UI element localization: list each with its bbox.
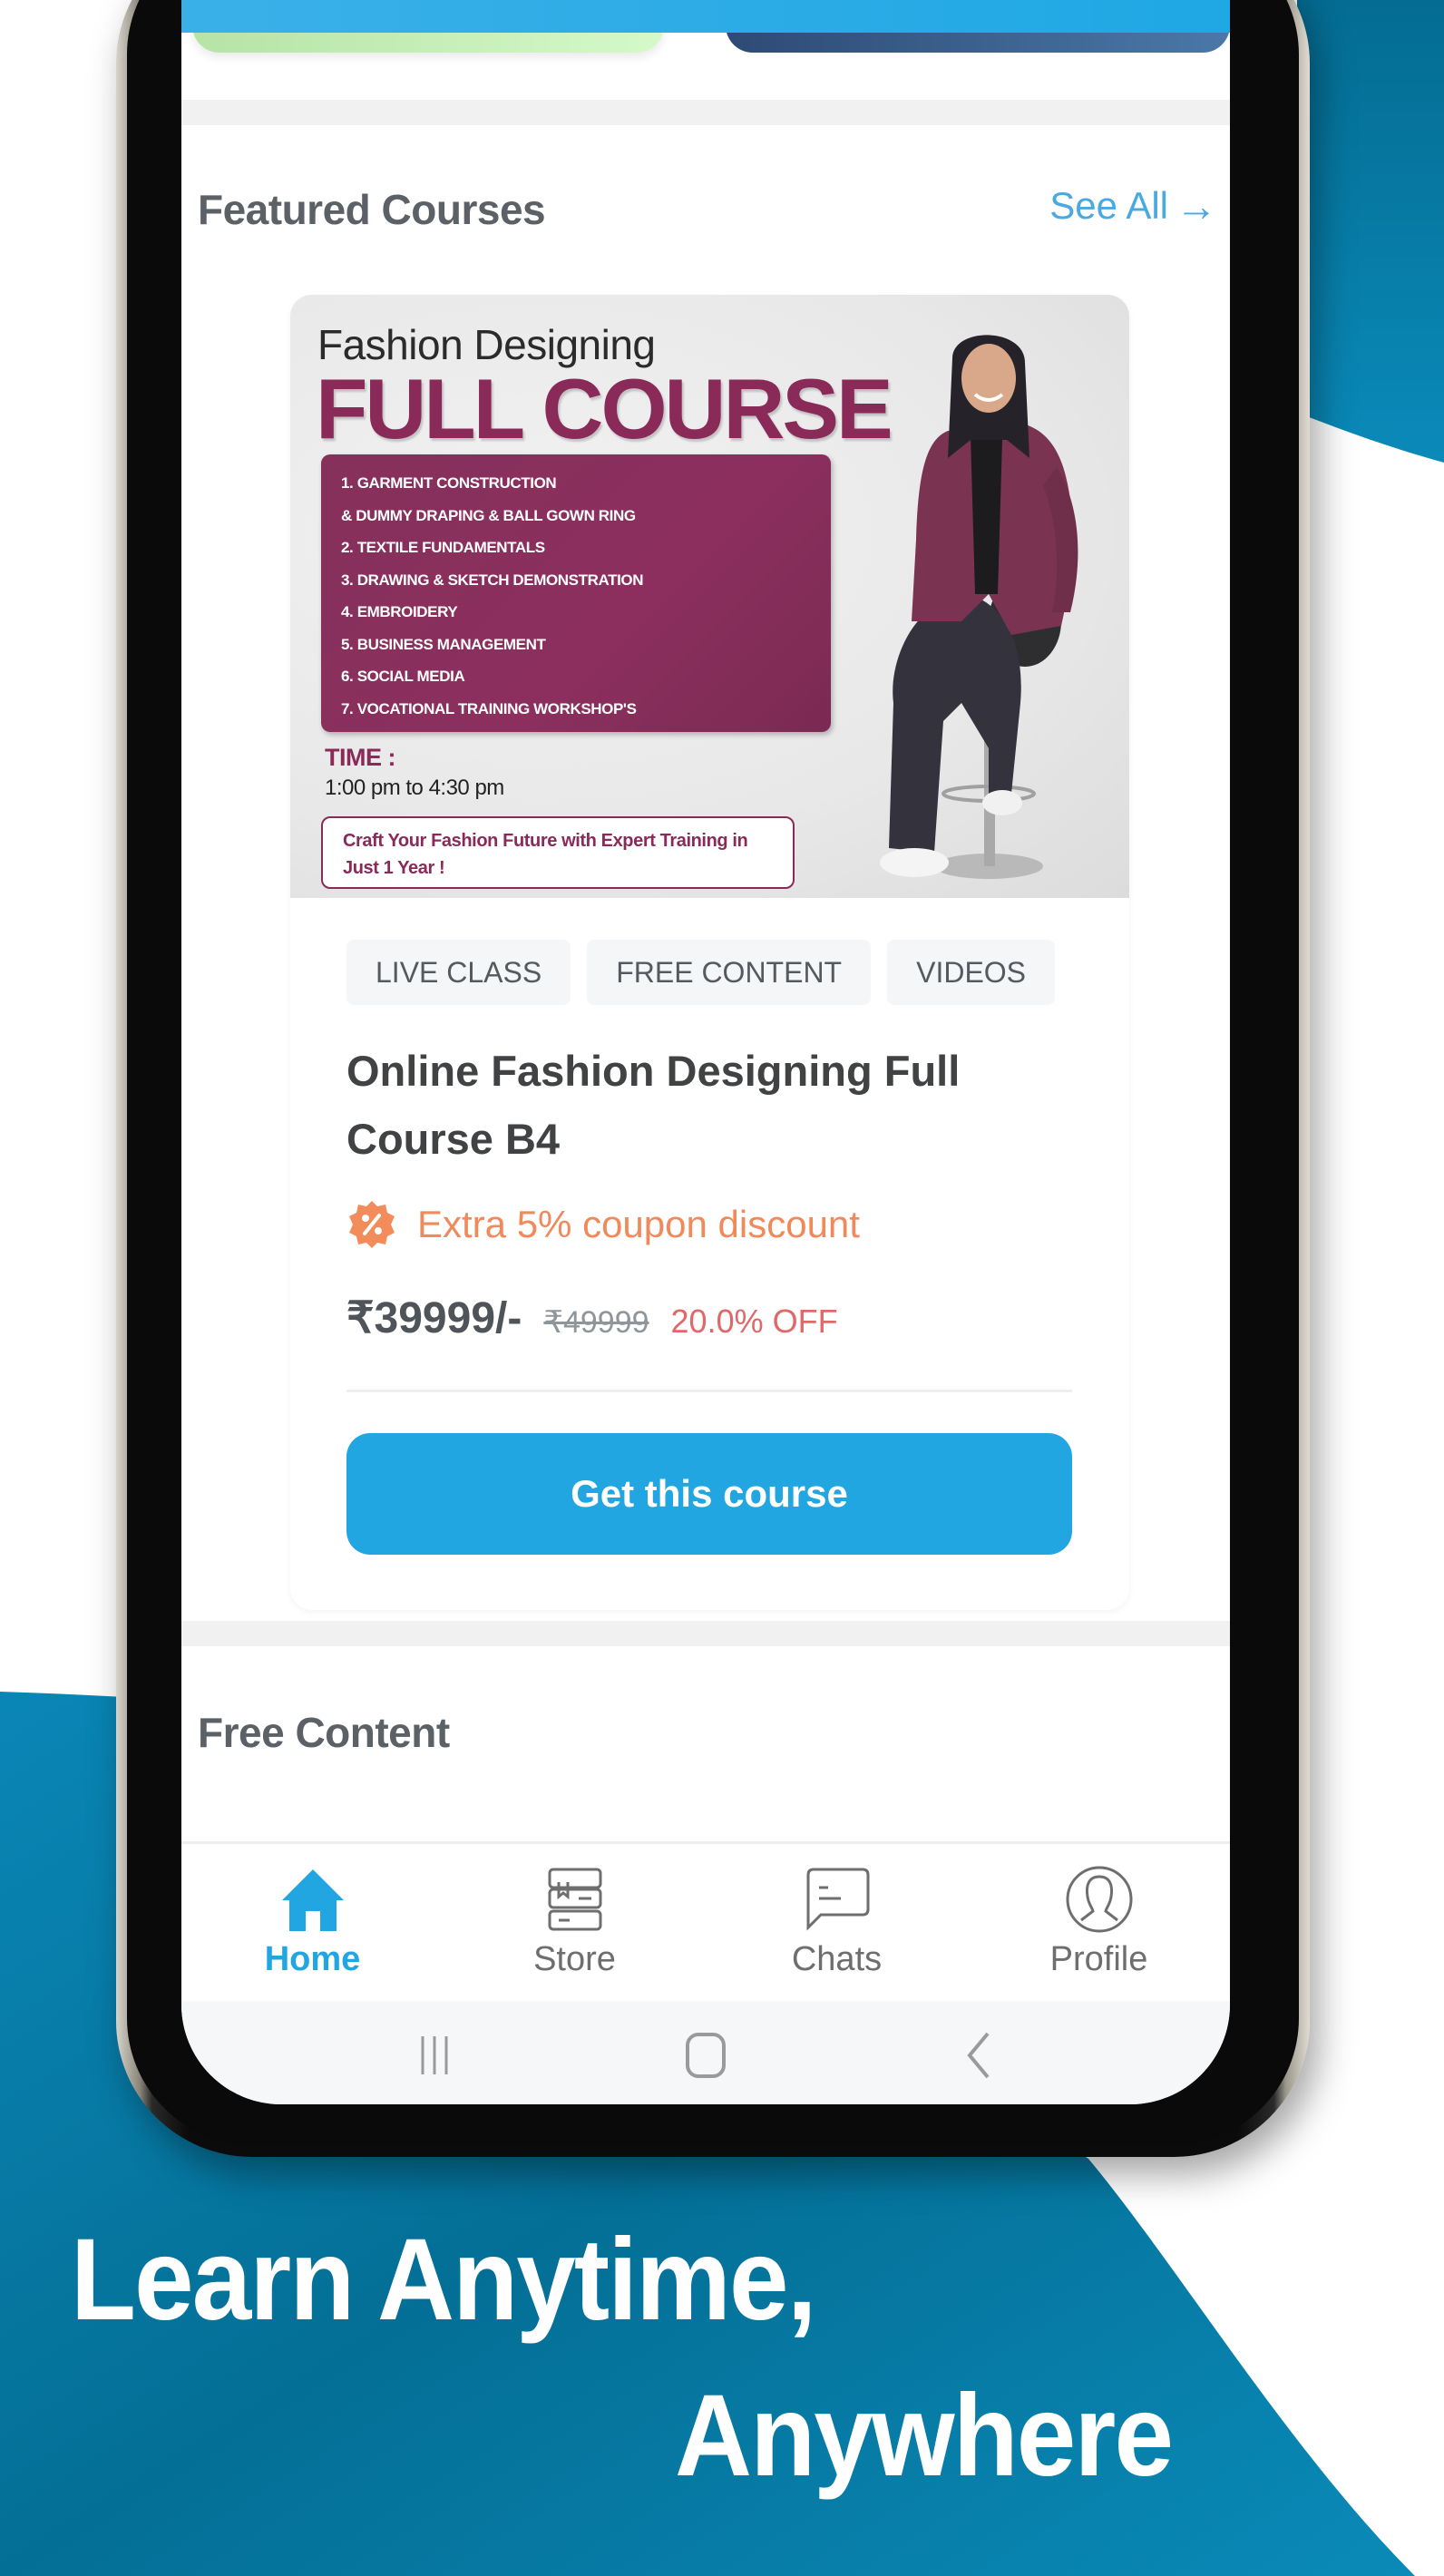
module-item: 3. DRAWING & SKETCH DEMONSTRATION: [341, 571, 644, 589]
time-value: 1:00 pm to 4:30 pm: [325, 776, 504, 800]
thumbnail-tagline: Craft Your Fashion Future with Expert Tr…: [321, 816, 795, 889]
system-home-button[interactable]: [665, 2028, 746, 2083]
nav-label: Home: [264, 1940, 361, 1978]
see-all-link[interactable]: See All →: [1049, 181, 1217, 230]
module-item: & DUMMY DRAPING & BALL GOWN RING: [341, 506, 636, 524]
promo-headline-line2: Anywhere: [675, 2371, 1174, 2501]
face: [961, 344, 1016, 413]
top-right-teal-shape: [1297, 0, 1444, 463]
coupon-text: Extra 5% coupon discount: [417, 1203, 860, 1245]
section-separator: [181, 1621, 1230, 1646]
free-content-title: Free Content: [198, 1709, 450, 1756]
tag-live-class: LIVE CLASS: [346, 940, 571, 1005]
nav-item-home[interactable]: Home: [181, 1844, 444, 2001]
module-item: 5. BUSINESS MANAGEMENT: [341, 635, 546, 653]
recents-button[interactable]: [394, 2028, 475, 2083]
thumbnail-headline: FULL COURSE: [316, 361, 893, 456]
back-button[interactable]: [936, 2028, 1018, 2083]
instructor-photo: [880, 335, 1078, 879]
section-separator: [181, 100, 1230, 125]
nav-label: Chats: [791, 1940, 883, 1978]
course-thumbnail[interactable]: Fashion Designing FULL COURSE 1. GARMENT…: [290, 295, 1129, 898]
books-icon: [548, 1868, 601, 1931]
home-icon: [281, 1869, 344, 1931]
shoe: [880, 848, 949, 877]
nav-item-profile[interactable]: Profile: [968, 1844, 1230, 2001]
module-item: 7. VOCATIONAL TRAINING WORKSHOP'S: [341, 699, 637, 717]
shoe: [982, 790, 1022, 815]
course-title[interactable]: Online Fashion Designing Full Course B4: [346, 1037, 1090, 1173]
recents-icon: [421, 2036, 448, 2074]
get-course-button[interactable]: Get this course: [346, 1433, 1072, 1555]
promo-headline-line1: Learn Anytime,: [71, 2215, 816, 2345]
nav-label: Store: [533, 1940, 616, 1978]
user-profile-icon: [1066, 1866, 1132, 1933]
nav-label: Profile: [1049, 1940, 1148, 1978]
price-row: ₹39999/- ₹49999 20.0% OFF: [346, 1293, 838, 1343]
divider: [346, 1390, 1072, 1392]
back-icon: [967, 2032, 990, 2079]
module-item: 6. SOCIAL MEDIA: [341, 668, 465, 685]
bottom-navigation: Home Store Chats Profile: [181, 1841, 1230, 2001]
module-list: 1. GARMENT CONSTRUCTION & DUMMY DRAPING …: [321, 454, 831, 732]
time-label: TIME :: [325, 744, 396, 771]
course-tags: LIVE CLASS FREE CONTENT VIDEOS: [346, 940, 1056, 1005]
tag-videos: VIDEOS: [887, 940, 1056, 1005]
system-navigation-bar: [181, 2001, 1230, 2104]
chat-bubble-icon: [806, 1868, 869, 1931]
top: [971, 431, 1002, 594]
price-current: ₹39999/-: [346, 1294, 522, 1342]
coupon-offer: Extra 5% coupon discount: [346, 1199, 860, 1250]
tag-free-content: FREE CONTENT: [587, 940, 872, 1005]
arrow-right-icon: →: [1176, 182, 1217, 229]
system-home-icon: [685, 2033, 726, 2078]
nav-item-chats[interactable]: Chats: [706, 1844, 968, 2001]
nav-item-store[interactable]: Store: [444, 1844, 706, 2001]
module-item: 2. TEXTILE FUNDAMENTALS: [341, 539, 545, 556]
phone-screen: Featured Courses See All → Fashion Desig…: [181, 0, 1230, 2104]
top-banner[interactable]: [181, 0, 1230, 33]
course-card[interactable]: Fashion Designing FULL COURSE 1. GARMENT…: [290, 295, 1129, 1610]
featured-courses-title: Featured Courses: [198, 186, 546, 233]
see-all-label: See All: [1049, 184, 1168, 227]
module-item: 4. EMBROIDERY: [341, 603, 458, 620]
price-original: ₹49999: [543, 1305, 649, 1340]
discount-badge-icon: [349, 1201, 395, 1248]
discount-percent: 20.0% OFF: [670, 1303, 838, 1340]
module-item: 1. GARMENT CONSTRUCTION: [341, 474, 557, 492]
